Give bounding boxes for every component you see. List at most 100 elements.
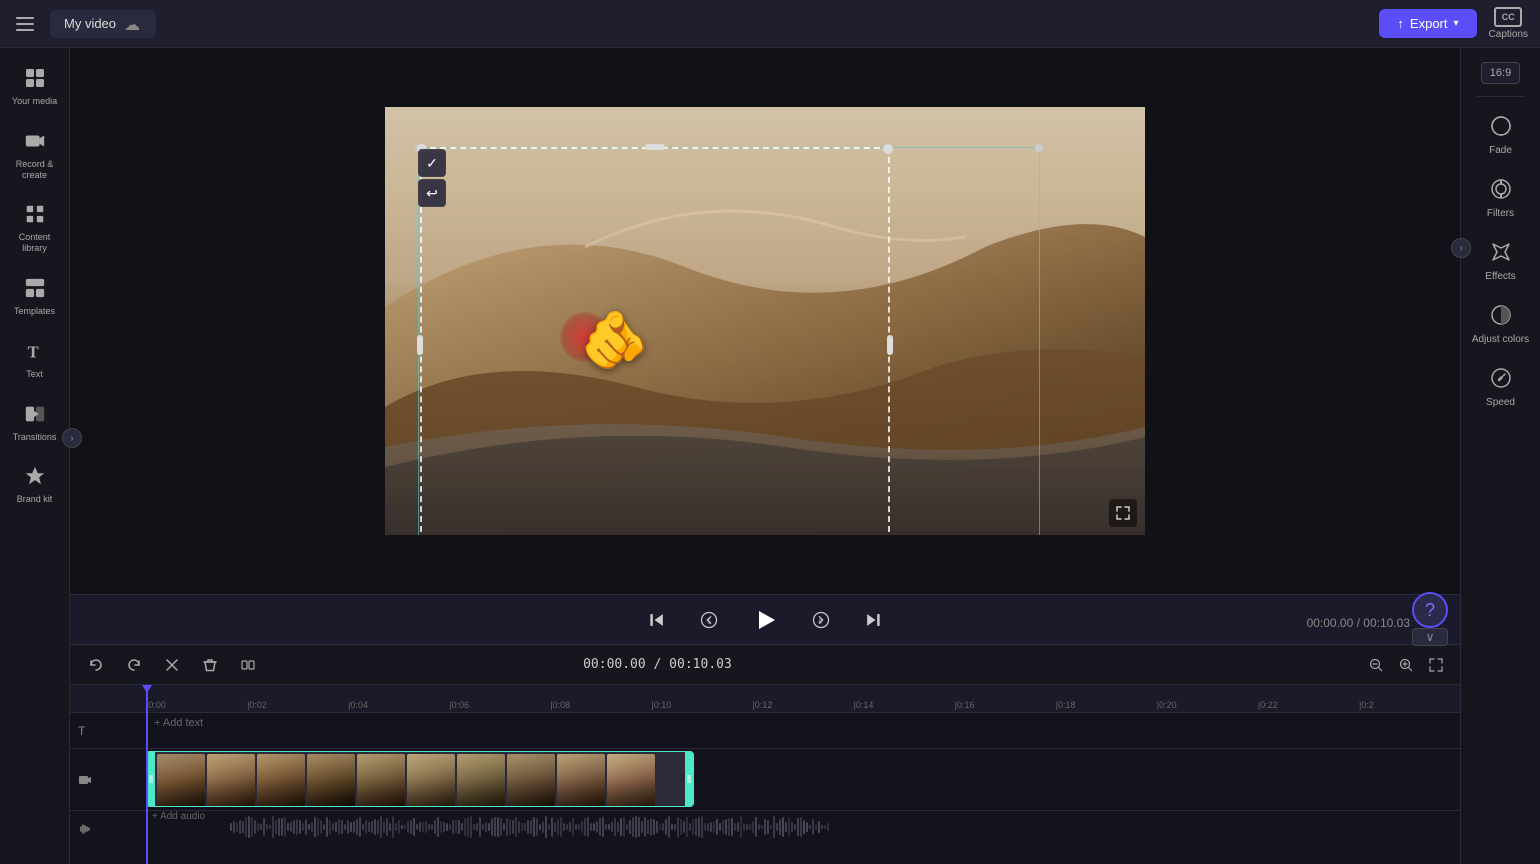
sidebar-item-brand-kit[interactable]: Brand kit bbox=[5, 454, 65, 513]
zoom-controls bbox=[1364, 653, 1448, 677]
video-title: My video bbox=[64, 16, 116, 31]
expand-panel-button[interactable]: ∨ bbox=[1412, 628, 1448, 646]
right-panel-fade[interactable]: Fade bbox=[1466, 103, 1536, 164]
undo-button[interactable] bbox=[82, 651, 110, 679]
sidebar-item-record[interactable]: Record & create bbox=[5, 119, 65, 189]
right-panel-divider bbox=[1477, 96, 1524, 97]
zoom-out-button[interactable] bbox=[1364, 653, 1388, 677]
right-panel-speed[interactable]: Speed bbox=[1466, 355, 1536, 416]
timeline-ruler: |0:00 |0:02 |0:04 |0:06 |0:08 |0:10 |0:1… bbox=[70, 685, 1460, 713]
left-sidebar: Your media Record & create Content lib bbox=[0, 48, 70, 864]
aspect-ratio-badge[interactable]: 16:9 bbox=[1481, 62, 1520, 84]
main-area: Your media Record & create Content lib bbox=[0, 48, 1540, 864]
export-button[interactable]: ↑ Export ▾ bbox=[1379, 9, 1476, 38]
crop-toolbar: ✓ ↩ bbox=[418, 149, 446, 207]
top-bar: My video ☁ ↑ Export ▾ CC Captions bbox=[0, 0, 1540, 48]
film-frame-2 bbox=[207, 754, 255, 806]
right-panel-filters[interactable]: Filters bbox=[1466, 166, 1536, 227]
fade-label: Fade bbox=[1489, 145, 1512, 156]
split-button[interactable] bbox=[234, 651, 262, 679]
film-frame-9 bbox=[557, 754, 605, 806]
crop-confirm-button[interactable]: ✓ bbox=[418, 149, 446, 177]
crop-handle-mid-right[interactable] bbox=[887, 335, 893, 355]
film-frame-10 bbox=[607, 754, 655, 806]
expand-timeline-button[interactable] bbox=[1424, 653, 1448, 677]
video-clip[interactable] bbox=[146, 751, 694, 807]
skip-back-button[interactable] bbox=[641, 604, 673, 636]
right-panel-effects[interactable]: Effects bbox=[1466, 229, 1536, 290]
sidebar-label-brand-kit: Brand kit bbox=[17, 494, 53, 505]
crop-handle-tr[interactable] bbox=[883, 144, 893, 154]
menu-button[interactable] bbox=[12, 10, 40, 38]
right-panel: 16:9 Fade Filt bbox=[1460, 48, 1540, 864]
crop-selection-box[interactable] bbox=[420, 147, 890, 535]
video-track-icon bbox=[78, 773, 92, 787]
cloud-icon: ☁ bbox=[124, 15, 142, 33]
delete-button[interactable] bbox=[196, 651, 224, 679]
redo-button[interactable] bbox=[120, 651, 148, 679]
brand-icon bbox=[21, 462, 49, 490]
sidebar-item-transitions[interactable]: Transitions bbox=[5, 392, 65, 451]
center-content: ✓ ↩ 🫵 bbox=[70, 48, 1460, 864]
playhead-triangle bbox=[142, 685, 152, 693]
audio-track-row: + Add audio // Generate random waveform … bbox=[70, 811, 1460, 847]
video-canvas[interactable]: ✓ ↩ 🫵 bbox=[385, 107, 1145, 535]
sidebar-collapse-button[interactable]: › bbox=[62, 428, 82, 448]
right-panel-collapse-button[interactable]: › bbox=[1451, 238, 1471, 258]
film-frame-6 bbox=[407, 754, 455, 806]
zoom-in-button[interactable] bbox=[1394, 653, 1418, 677]
chevron-down-icon: ▾ bbox=[1454, 18, 1459, 29]
playback-controls: 5 5 00:00.00 / 00 bbox=[70, 594, 1460, 644]
sidebar-item-templates[interactable]: Templates bbox=[5, 266, 65, 325]
crop-undo-button[interactable]: ↩ bbox=[418, 179, 446, 207]
clip-left-handle[interactable] bbox=[147, 752, 155, 806]
add-audio-label[interactable]: + Add audio bbox=[152, 811, 205, 822]
sidebar-item-content-library[interactable]: Content library bbox=[5, 192, 65, 262]
cut-button[interactable] bbox=[158, 651, 186, 679]
video-track-row bbox=[70, 749, 1460, 811]
film-frame-8 bbox=[507, 754, 555, 806]
text-track-label: T bbox=[70, 724, 146, 738]
help-button[interactable]: ? bbox=[1412, 592, 1448, 628]
cc-icon: CC bbox=[1494, 7, 1522, 27]
filters-label: Filters bbox=[1487, 208, 1514, 219]
sidebar-label-record: Record & create bbox=[9, 159, 61, 181]
adjust-colors-icon bbox=[1486, 300, 1516, 330]
text-track-row: T + Add text bbox=[70, 713, 1460, 749]
video-track-content bbox=[146, 749, 1460, 811]
audio-track-content[interactable]: + Add audio // Generate random waveform … bbox=[146, 811, 1460, 847]
video-track-label bbox=[70, 773, 146, 787]
crop-handle-top-mid[interactable] bbox=[645, 144, 665, 150]
film-frame-1 bbox=[157, 754, 205, 806]
time-display: 00:00.00 / 00:10.03 bbox=[1307, 616, 1410, 630]
fade-icon bbox=[1486, 111, 1516, 141]
add-text-button[interactable]: + Add text bbox=[146, 717, 203, 729]
right-panel-adjust-colors[interactable]: Adjust colors bbox=[1466, 292, 1536, 353]
rewind-button[interactable]: 5 bbox=[693, 604, 725, 636]
text-track-content[interactable]: + Add text bbox=[146, 713, 1460, 748]
sidebar-item-your-media[interactable]: Your media bbox=[5, 56, 65, 115]
sidebar-label-content-library: Content library bbox=[9, 232, 61, 254]
clip-right-handle[interactable] bbox=[685, 752, 693, 806]
audio-waveform: // Generate random waveform bars const w… bbox=[226, 813, 1460, 841]
top-bar-right: ↑ Export ▾ CC Captions bbox=[1379, 7, 1528, 40]
film-frame-7 bbox=[457, 754, 505, 806]
play-button[interactable] bbox=[745, 600, 785, 640]
video-title-tab[interactable]: My video ☁ bbox=[50, 10, 156, 38]
sidebar-item-text[interactable]: T Text bbox=[5, 329, 65, 388]
crop-handle-mid-left[interactable] bbox=[417, 335, 423, 355]
preview-area: ✓ ↩ 🫵 bbox=[70, 48, 1460, 594]
fullscreen-button[interactable] bbox=[1109, 499, 1137, 527]
captions-button[interactable]: CC Captions bbox=[1489, 7, 1528, 40]
transitions-icon bbox=[21, 400, 49, 428]
film-frame-3 bbox=[257, 754, 305, 806]
text-track-icon: T bbox=[78, 724, 85, 738]
export-label: Export bbox=[1410, 16, 1448, 31]
audio-track-icon bbox=[78, 822, 92, 836]
fast-forward-button[interactable]: 5 bbox=[805, 604, 837, 636]
outer-handle-tr[interactable] bbox=[1035, 144, 1043, 152]
hand-cursor-icon: 🫵 bbox=[580, 307, 650, 373]
adjust-colors-label: Adjust colors bbox=[1472, 334, 1529, 345]
skip-forward-button[interactable] bbox=[857, 604, 889, 636]
camera-icon bbox=[21, 127, 49, 155]
